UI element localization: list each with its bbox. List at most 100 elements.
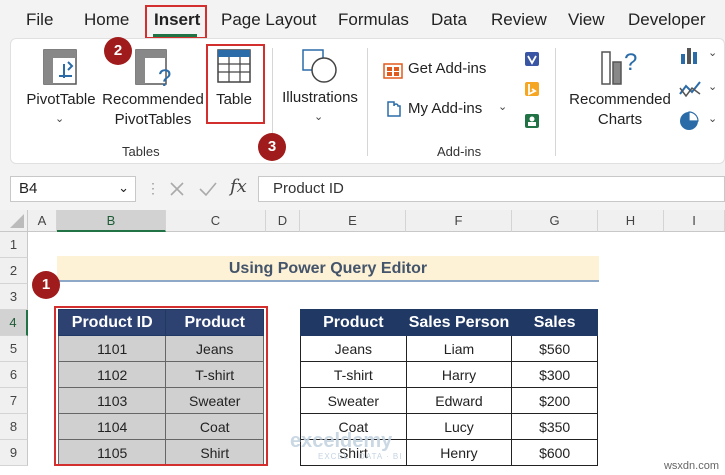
column-header-e[interactable]: E — [300, 210, 406, 232]
svg-text:?: ? — [158, 65, 171, 90]
row-header-7[interactable]: 7 — [0, 388, 28, 414]
row-header-4[interactable]: 4 — [0, 310, 28, 336]
recommended-charts-button[interactable]: Recommended Charts — [566, 90, 674, 130]
illustrations-button[interactable]: Illustrations — [276, 88, 364, 108]
table-cell[interactable]: $200 — [511, 387, 598, 414]
menu-home[interactable]: Home — [84, 10, 129, 30]
column-header-f[interactable]: F — [406, 210, 512, 232]
table-cell[interactable]: T-shirt — [300, 361, 407, 388]
recommended-charts-icon: ? — [601, 49, 637, 85]
table-header-cell[interactable]: Sales Person — [405, 309, 513, 336]
name-box[interactable]: B4 ⌄ — [10, 176, 136, 202]
column-header-d[interactable]: D — [266, 210, 300, 232]
store-icon — [383, 63, 403, 79]
menu-file[interactable]: File — [26, 10, 53, 30]
column-header-b[interactable]: B — [57, 210, 166, 232]
table-selection-highlight — [54, 306, 268, 466]
formula-input[interactable]: Product ID — [258, 176, 725, 202]
table-row: Jeans Liam $560 — [300, 335, 598, 362]
line-chart-icon[interactable] — [678, 78, 702, 100]
people-graph-icon[interactable] — [523, 112, 541, 130]
chevron-down-icon[interactable]: ⌄ — [708, 46, 717, 59]
pivot-table-icon — [43, 49, 77, 85]
get-addins-button[interactable]: Get Add-ins — [408, 59, 486, 79]
column-header-c[interactable]: C — [166, 210, 266, 232]
column-header-g[interactable]: G — [512, 210, 598, 232]
row-header-1[interactable]: 1 — [0, 232, 28, 258]
chevron-down-icon[interactable]: ⌄ — [55, 112, 64, 125]
row-header-8[interactable]: 8 — [0, 414, 28, 440]
my-addins-icon — [387, 101, 401, 117]
pivot-table-button[interactable]: PivotTable — [24, 90, 98, 110]
table-cell[interactable]: Henry — [405, 439, 513, 466]
tables-group-label: Tables — [122, 144, 160, 159]
ribbon-separator — [555, 48, 556, 156]
table-cell[interactable]: $350 — [511, 413, 598, 440]
table-row: Sweater Edward $200 — [300, 387, 598, 414]
watermark-logo: exceldemy — [290, 430, 392, 453]
svg-text:?: ? — [624, 49, 637, 76]
chevron-down-icon[interactable]: ⌄ — [708, 112, 717, 125]
table-cell[interactable]: Edward — [405, 387, 513, 414]
table-cell[interactable]: $300 — [511, 361, 598, 388]
table-header-row: Product Sales Person Sales — [300, 309, 598, 336]
recommended-charts-line1: Recommended — [569, 91, 671, 108]
row-header-6[interactable]: 6 — [0, 362, 28, 388]
menu-formulas[interactable]: Formulas — [338, 10, 409, 30]
recommended-pivot-line2: PivotTables — [114, 111, 192, 128]
menu-data[interactable]: Data — [431, 10, 467, 30]
more-options-icon[interactable]: ⋮ — [146, 180, 160, 197]
column-header-i[interactable]: I — [664, 210, 725, 232]
recommended-pivot-icon: ? — [135, 49, 171, 90]
name-box-value: B4 — [19, 180, 38, 197]
table-header-cell[interactable]: Product — [300, 309, 407, 336]
chevron-down-icon[interactable]: ⌄ — [708, 80, 717, 93]
step-badge-3: 3 — [258, 133, 286, 161]
illustrations-icon — [302, 49, 337, 83]
recommended-pivot-line1: Recommended — [102, 91, 204, 108]
row-header-5[interactable]: 5 — [0, 336, 28, 362]
table-header-cell[interactable]: Sales — [511, 309, 598, 336]
chevron-down-icon[interactable]: ⌄ — [314, 110, 323, 123]
column-header-h[interactable]: H — [598, 210, 664, 232]
row-header-9[interactable]: 9 — [0, 440, 28, 466]
table-cell[interactable]: Liam — [405, 335, 513, 362]
cancel-icon[interactable] — [168, 180, 186, 198]
row-header-2[interactable]: 2 — [0, 258, 28, 284]
menu-bar: File Home Insert Page Layout Formulas Da… — [0, 0, 725, 40]
table-cell[interactable]: $560 — [511, 335, 598, 362]
recommended-charts-line2: Charts — [597, 111, 643, 128]
credit-text: wsxdn.com — [663, 460, 719, 472]
pie-chart-icon[interactable] — [678, 110, 702, 132]
my-addins-button[interactable]: My Add-ins — [408, 99, 482, 119]
table-highlight-box — [206, 44, 265, 124]
watermark-name: exceldemy — [290, 430, 393, 452]
watermark-tagline: EXCEL · DATA · BI — [318, 452, 403, 461]
step-badge-2: 2 — [104, 37, 132, 65]
menu-developer[interactable]: Developer — [628, 10, 706, 30]
row-header-3[interactable]: 3 — [0, 284, 28, 310]
recommended-pivottables-button[interactable]: Recommended PivotTables — [100, 90, 206, 130]
table-cell[interactable]: Harry — [405, 361, 513, 388]
enter-icon[interactable] — [198, 180, 218, 198]
select-all-corner[interactable] — [0, 210, 28, 232]
insert-highlight-box — [145, 5, 207, 39]
visio-icon[interactable] — [523, 50, 541, 68]
table-cell[interactable]: Lucy — [405, 413, 513, 440]
table-cell[interactable]: Jeans — [300, 335, 407, 362]
table-row: T-shirt Harry $300 — [300, 361, 598, 388]
menu-view[interactable]: View — [568, 10, 605, 30]
table-cell[interactable]: $600 — [511, 439, 598, 466]
chevron-down-icon[interactable]: ⌄ — [498, 100, 507, 113]
chevron-down-icon[interactable]: ⌄ — [118, 180, 129, 196]
menu-review[interactable]: Review — [491, 10, 547, 30]
table-cell[interactable]: Sweater — [300, 387, 407, 414]
addins-group-label: Add-ins — [437, 144, 482, 159]
column-header-a[interactable]: A — [28, 210, 57, 232]
step-badge-1: 1 — [32, 271, 60, 299]
menu-page-layout[interactable]: Page Layout — [221, 10, 316, 30]
ribbon-separator — [367, 48, 368, 156]
bar-chart-icon[interactable] — [678, 44, 702, 66]
bing-icon[interactable] — [523, 80, 541, 98]
fx-icon[interactable]: fx — [230, 176, 247, 197]
